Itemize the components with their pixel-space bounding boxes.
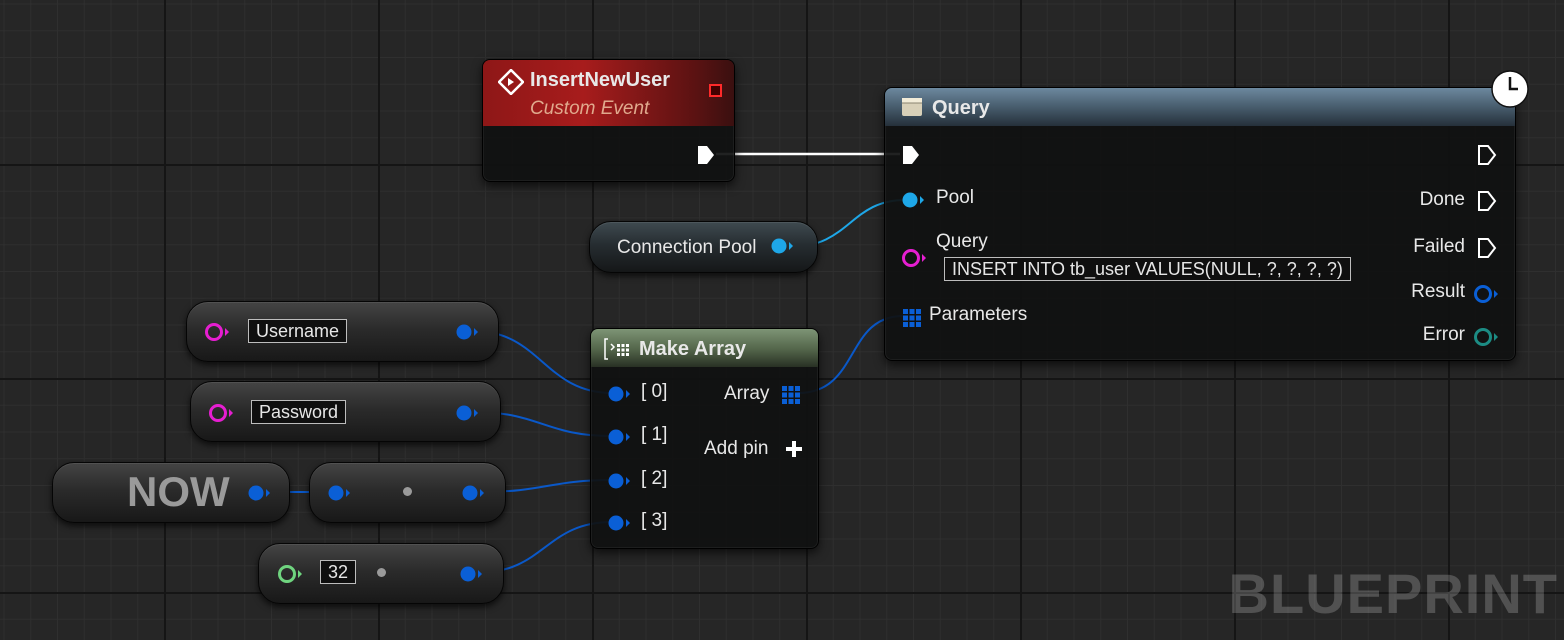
result-label: Result (1411, 281, 1465, 302)
delegate-pin-icon[interactable] (709, 84, 722, 97)
integer-conversion-node[interactable]: 32 (258, 543, 504, 604)
password-out-pin[interactable] (455, 404, 481, 422)
exec-failed-pin[interactable] (1477, 237, 1497, 259)
array-index-0: [ 0] (641, 381, 668, 402)
now-out-pin[interactable] (247, 484, 273, 502)
exec-done-pin[interactable] (1477, 190, 1497, 212)
error-pin[interactable] (1473, 327, 1501, 347)
add-pin-label[interactable]: Add pin (704, 438, 768, 460)
password-string-in-pin[interactable] (208, 403, 236, 423)
password-literal-node[interactable]: Password (190, 381, 501, 442)
make-array-node[interactable]: Make Array [ 0] [ 1] [ 2] [ 3] Array Add… (590, 328, 819, 549)
array-out-pin[interactable] (781, 385, 801, 405)
parameters-array-pin[interactable] (902, 308, 922, 328)
error-label: Error (1422, 324, 1465, 345)
insert-new-user-event-node[interactable]: InsertNewUser Custom Event (482, 59, 735, 182)
array-in-pin-2[interactable] (607, 472, 633, 490)
parameters-label: Parameters (929, 304, 1028, 325)
array-index-2: [ 2] (641, 468, 668, 489)
pool-pin[interactable] (901, 191, 927, 209)
query-node[interactable]: Query Pool Done Query INSERT INTO tb_use… (884, 70, 1529, 361)
exec-then-pin[interactable] (1477, 144, 1497, 166)
query-string-pin[interactable] (901, 248, 929, 268)
array-index-1: [ 1] (641, 424, 668, 445)
now-label: NOW (127, 468, 230, 515)
integer-out-pin[interactable] (459, 565, 485, 583)
connection-pool-out-pin[interactable] (770, 237, 796, 255)
integer-input[interactable]: 32 (320, 560, 357, 584)
username-string-in-pin[interactable] (204, 322, 232, 342)
done-label: Done (1419, 189, 1465, 210)
username-input[interactable]: Username (248, 319, 348, 343)
integer-in-pin[interactable] (277, 564, 305, 584)
connection-pool-label: Connection Pool (617, 237, 757, 258)
result-pin[interactable] (1473, 284, 1501, 304)
username-literal-node[interactable]: Username (186, 301, 499, 362)
blueprint-watermark: BLUEPRINT (1228, 562, 1558, 625)
array-in-pin-1[interactable] (607, 428, 633, 446)
make-array-icon (604, 338, 629, 360)
query-title: Query (932, 97, 990, 119)
exec-in-pin[interactable] (901, 144, 921, 166)
query-input[interactable]: INSERT INTO tb_user VALUES(NULL, ?, ?, ?… (944, 257, 1351, 281)
array-in-pin-0[interactable] (607, 385, 633, 403)
event-diamond-icon (498, 69, 524, 95)
event-title: InsertNewUser (530, 69, 671, 91)
now-node[interactable]: NOW (52, 462, 290, 523)
database-icon (902, 98, 922, 116)
integer-dot-icon (377, 568, 386, 577)
conversion-in-pin[interactable] (327, 484, 353, 502)
connection-pool-node[interactable]: Connection Pool (589, 221, 818, 273)
pool-label: Pool (936, 187, 975, 208)
make-array-title: Make Array (639, 338, 747, 360)
username-out-pin[interactable] (455, 323, 481, 341)
conversion-out-pin[interactable] (461, 484, 487, 502)
timestamp-conversion-node[interactable] (309, 462, 506, 523)
failed-label: Failed (1413, 236, 1465, 257)
array-index-3: [ 3] (641, 510, 668, 531)
conversion-dot-icon (403, 487, 412, 496)
query-label: Query (936, 231, 988, 252)
array-in-pin-3[interactable] (607, 514, 633, 532)
plus-icon[interactable] (784, 439, 804, 459)
array-output-label: Array (724, 383, 770, 404)
exec-out-pin[interactable] (696, 144, 716, 166)
password-input[interactable]: Password (251, 400, 347, 424)
event-subtitle: Custom Event (530, 98, 650, 119)
latent-clock-icon (1491, 70, 1529, 108)
